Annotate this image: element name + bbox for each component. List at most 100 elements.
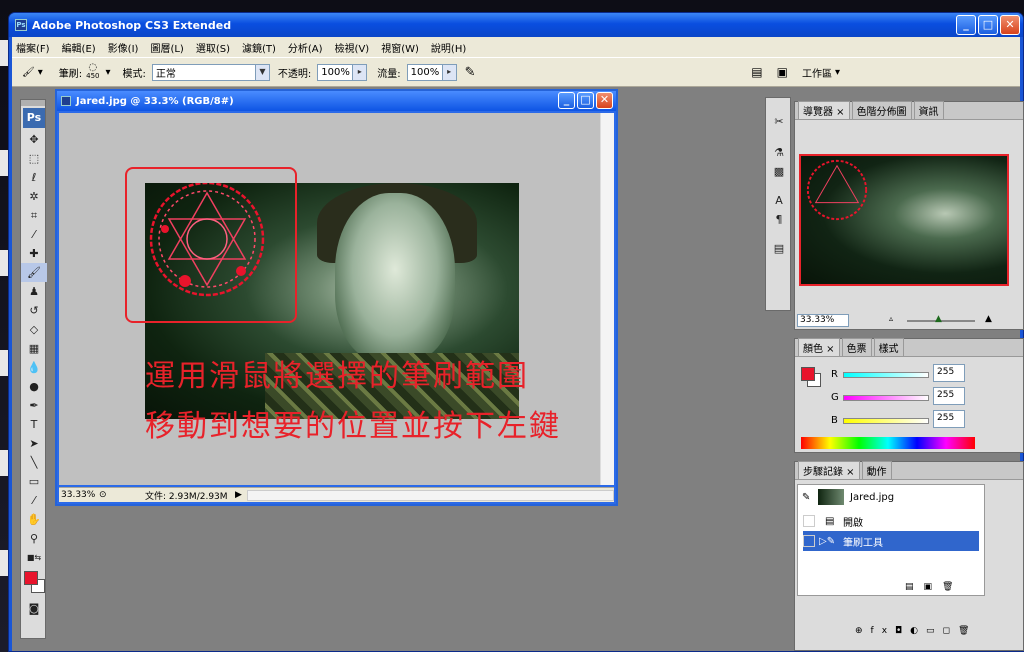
dodge-tool-icon[interactable]: ●	[21, 377, 47, 396]
horizontal-scrollbar[interactable]	[247, 489, 614, 501]
color-panel: 顏色 × 色票 樣式 R 255 G 255 B 255	[794, 338, 1024, 453]
doc-close-button[interactable]: ✕	[596, 92, 613, 109]
vertical-scrollbar[interactable]	[600, 113, 614, 485]
maximize-button[interactable]: □	[978, 15, 998, 35]
healing-brush-tool-icon[interactable]: ✚	[21, 244, 47, 263]
clone-stamp-tool-icon[interactable]: ♟	[21, 282, 47, 301]
navigator-thumbnail[interactable]	[799, 154, 1009, 286]
tab-swatches[interactable]: 色票	[841, 338, 872, 356]
minimize-button[interactable]: _	[956, 15, 976, 35]
doc-minimize-button[interactable]: _	[558, 92, 575, 109]
brush-tip-icon: ◌	[88, 62, 98, 73]
tab-color[interactable]: 顏色 ×	[798, 338, 840, 356]
foreground-color-swatch[interactable]	[24, 571, 38, 585]
highlight-box	[125, 167, 297, 323]
notes-tool-icon[interactable]: ▭	[21, 472, 47, 491]
hand-tool-icon[interactable]: ✋	[21, 510, 47, 529]
ps-logo[interactable]: Ps	[23, 108, 45, 128]
tab-actions[interactable]: 動作	[861, 461, 892, 479]
tab-info[interactable]: 資訊	[913, 101, 944, 119]
slider-thumb-icon[interactable]: ▲	[935, 314, 942, 324]
status-arrow-icon[interactable]: ▶	[235, 490, 247, 500]
r-value[interactable]: 255	[933, 364, 965, 382]
close-button[interactable]: ✕	[1000, 15, 1020, 35]
menu-file[interactable]: 檔案(F)	[16, 40, 50, 55]
tab-histogram[interactable]: 色階分佈圖	[851, 101, 912, 119]
brush-tool-icon[interactable]: 🖌	[21, 263, 47, 282]
history-step-open[interactable]: ▤ 開啟	[803, 511, 979, 531]
chevron-down-icon: ▼	[254, 64, 269, 80]
zoom-out-icon[interactable]: ▵	[889, 314, 893, 323]
zoom-in-icon[interactable]: ▲	[985, 314, 992, 324]
opacity-field[interactable]: 100% ▸	[317, 63, 368, 81]
menu-help[interactable]: 說明(H)	[431, 40, 466, 55]
menu-image[interactable]: 影像(I)	[108, 40, 139, 55]
menu-filter[interactable]: 濾鏡(T)	[242, 40, 276, 55]
menu-select[interactable]: 選取(S)	[196, 40, 230, 55]
tab-label: 顏色	[803, 344, 823, 355]
window-titlebar[interactable]: Ps Adobe Photoshop CS3 Extended _ □ ✕	[9, 13, 1023, 37]
workspace-menu[interactable]: 工作區 ▾	[802, 65, 840, 80]
menu-analysis[interactable]: 分析(A)	[288, 40, 323, 55]
layers-footer-icons[interactable]: ⊕fx◘◐▭◻🗑	[855, 626, 977, 636]
tool-presets-icon[interactable]: ✂	[766, 112, 792, 131]
character-icon[interactable]: A	[766, 191, 792, 210]
marquee-tool-icon[interactable]: ⬚	[21, 149, 47, 168]
line-tool-icon[interactable]: ╲	[21, 453, 47, 472]
mode-select[interactable]: 正常 ▼	[151, 63, 270, 81]
fg-color-swatch[interactable]	[801, 367, 815, 381]
status-menu-icon[interactable]: ⊙	[99, 490, 115, 500]
canvas-area[interactable]: 運用滑鼠將選擇的筆刷範圍 移動到想要的位置並按下左鍵	[59, 113, 602, 485]
paragraph-icon[interactable]: ¶	[766, 210, 792, 229]
zoom-level[interactable]: 33.33%	[59, 490, 99, 500]
menu-edit[interactable]: 編輯(E)	[62, 40, 96, 55]
magic-wand-tool-icon[interactable]: ✲	[21, 187, 47, 206]
tab-history[interactable]: 步驟記錄 ×	[798, 461, 860, 479]
move-tool-icon[interactable]: ✥	[21, 130, 47, 149]
navigator-zoom-field[interactable]: 33.33%	[797, 314, 849, 327]
color-ramp[interactable]	[801, 437, 975, 449]
history-step-brush[interactable]: ▷✎ 筆刷工具	[803, 531, 979, 551]
history-actions-icon[interactable]: ▤▣🗑	[905, 582, 963, 592]
zoom-tool-icon[interactable]: ⚲	[21, 529, 47, 548]
doc-maximize-button[interactable]: □	[577, 92, 594, 109]
r-slider[interactable]	[843, 372, 929, 378]
menu-layer[interactable]: 圖層(L)	[150, 40, 183, 55]
crop-tool-icon[interactable]: ⌗	[21, 206, 47, 225]
tool-preset-picker[interactable]: 🖌 ▾	[22, 67, 43, 78]
airbrush-icon[interactable]: ✎	[465, 65, 476, 80]
eraser-tool-icon[interactable]: ◇	[21, 320, 47, 339]
history-brush-tool-icon[interactable]: ↺	[21, 301, 47, 320]
brushes-icon[interactable]: ⚗	[766, 143, 792, 162]
bridge-icon[interactable]: ▣	[777, 65, 788, 79]
eyedropper-tool-icon[interactable]: ⁄	[21, 225, 47, 244]
flow-field[interactable]: 100% ▸	[406, 63, 457, 81]
quick-mask-icon[interactable]: ◙	[21, 599, 47, 618]
gradient-tool-icon[interactable]: ▦	[21, 339, 47, 358]
document-titlebar[interactable]: Jared.jpg @ 33.3% (RGB/8#) _ □ ✕	[57, 91, 616, 111]
step-checkbox[interactable]	[803, 535, 815, 547]
blur-tool-icon[interactable]: 💧	[21, 358, 47, 377]
b-value[interactable]: 255	[933, 410, 965, 428]
menu-view[interactable]: 檢視(V)	[335, 40, 370, 55]
swap-colors-icon[interactable]: ■⇆	[21, 548, 47, 567]
b-slider[interactable]	[843, 418, 929, 424]
history-snapshot[interactable]: ✎ Jared.jpg	[802, 487, 978, 507]
tab-styles[interactable]: 樣式	[873, 338, 904, 356]
path-selection-tool-icon[interactable]: ➤	[21, 434, 47, 453]
toolbox-grip[interactable]	[21, 100, 45, 106]
color-swatches[interactable]	[21, 567, 45, 599]
brush-picker[interactable]: ◌ 450	[86, 63, 99, 81]
type-tool-icon[interactable]: T	[21, 415, 47, 434]
pen-tool-icon[interactable]: ✒	[21, 396, 47, 415]
palette-well-icon[interactable]: ▤	[751, 65, 762, 79]
step-checkbox[interactable]	[803, 515, 815, 527]
eyedropper-tool-icon[interactable]: ⁄	[21, 491, 47, 510]
tab-navigator[interactable]: 導覽器 ×	[798, 101, 850, 119]
layer-comps-icon[interactable]: ▤	[766, 239, 792, 258]
g-slider[interactable]	[843, 395, 929, 401]
g-value[interactable]: 255	[933, 387, 965, 405]
menu-window[interactable]: 視窗(W)	[381, 40, 419, 55]
lasso-tool-icon[interactable]: ℓ	[21, 168, 47, 187]
clone-source-icon[interactable]: ▩	[766, 162, 792, 181]
